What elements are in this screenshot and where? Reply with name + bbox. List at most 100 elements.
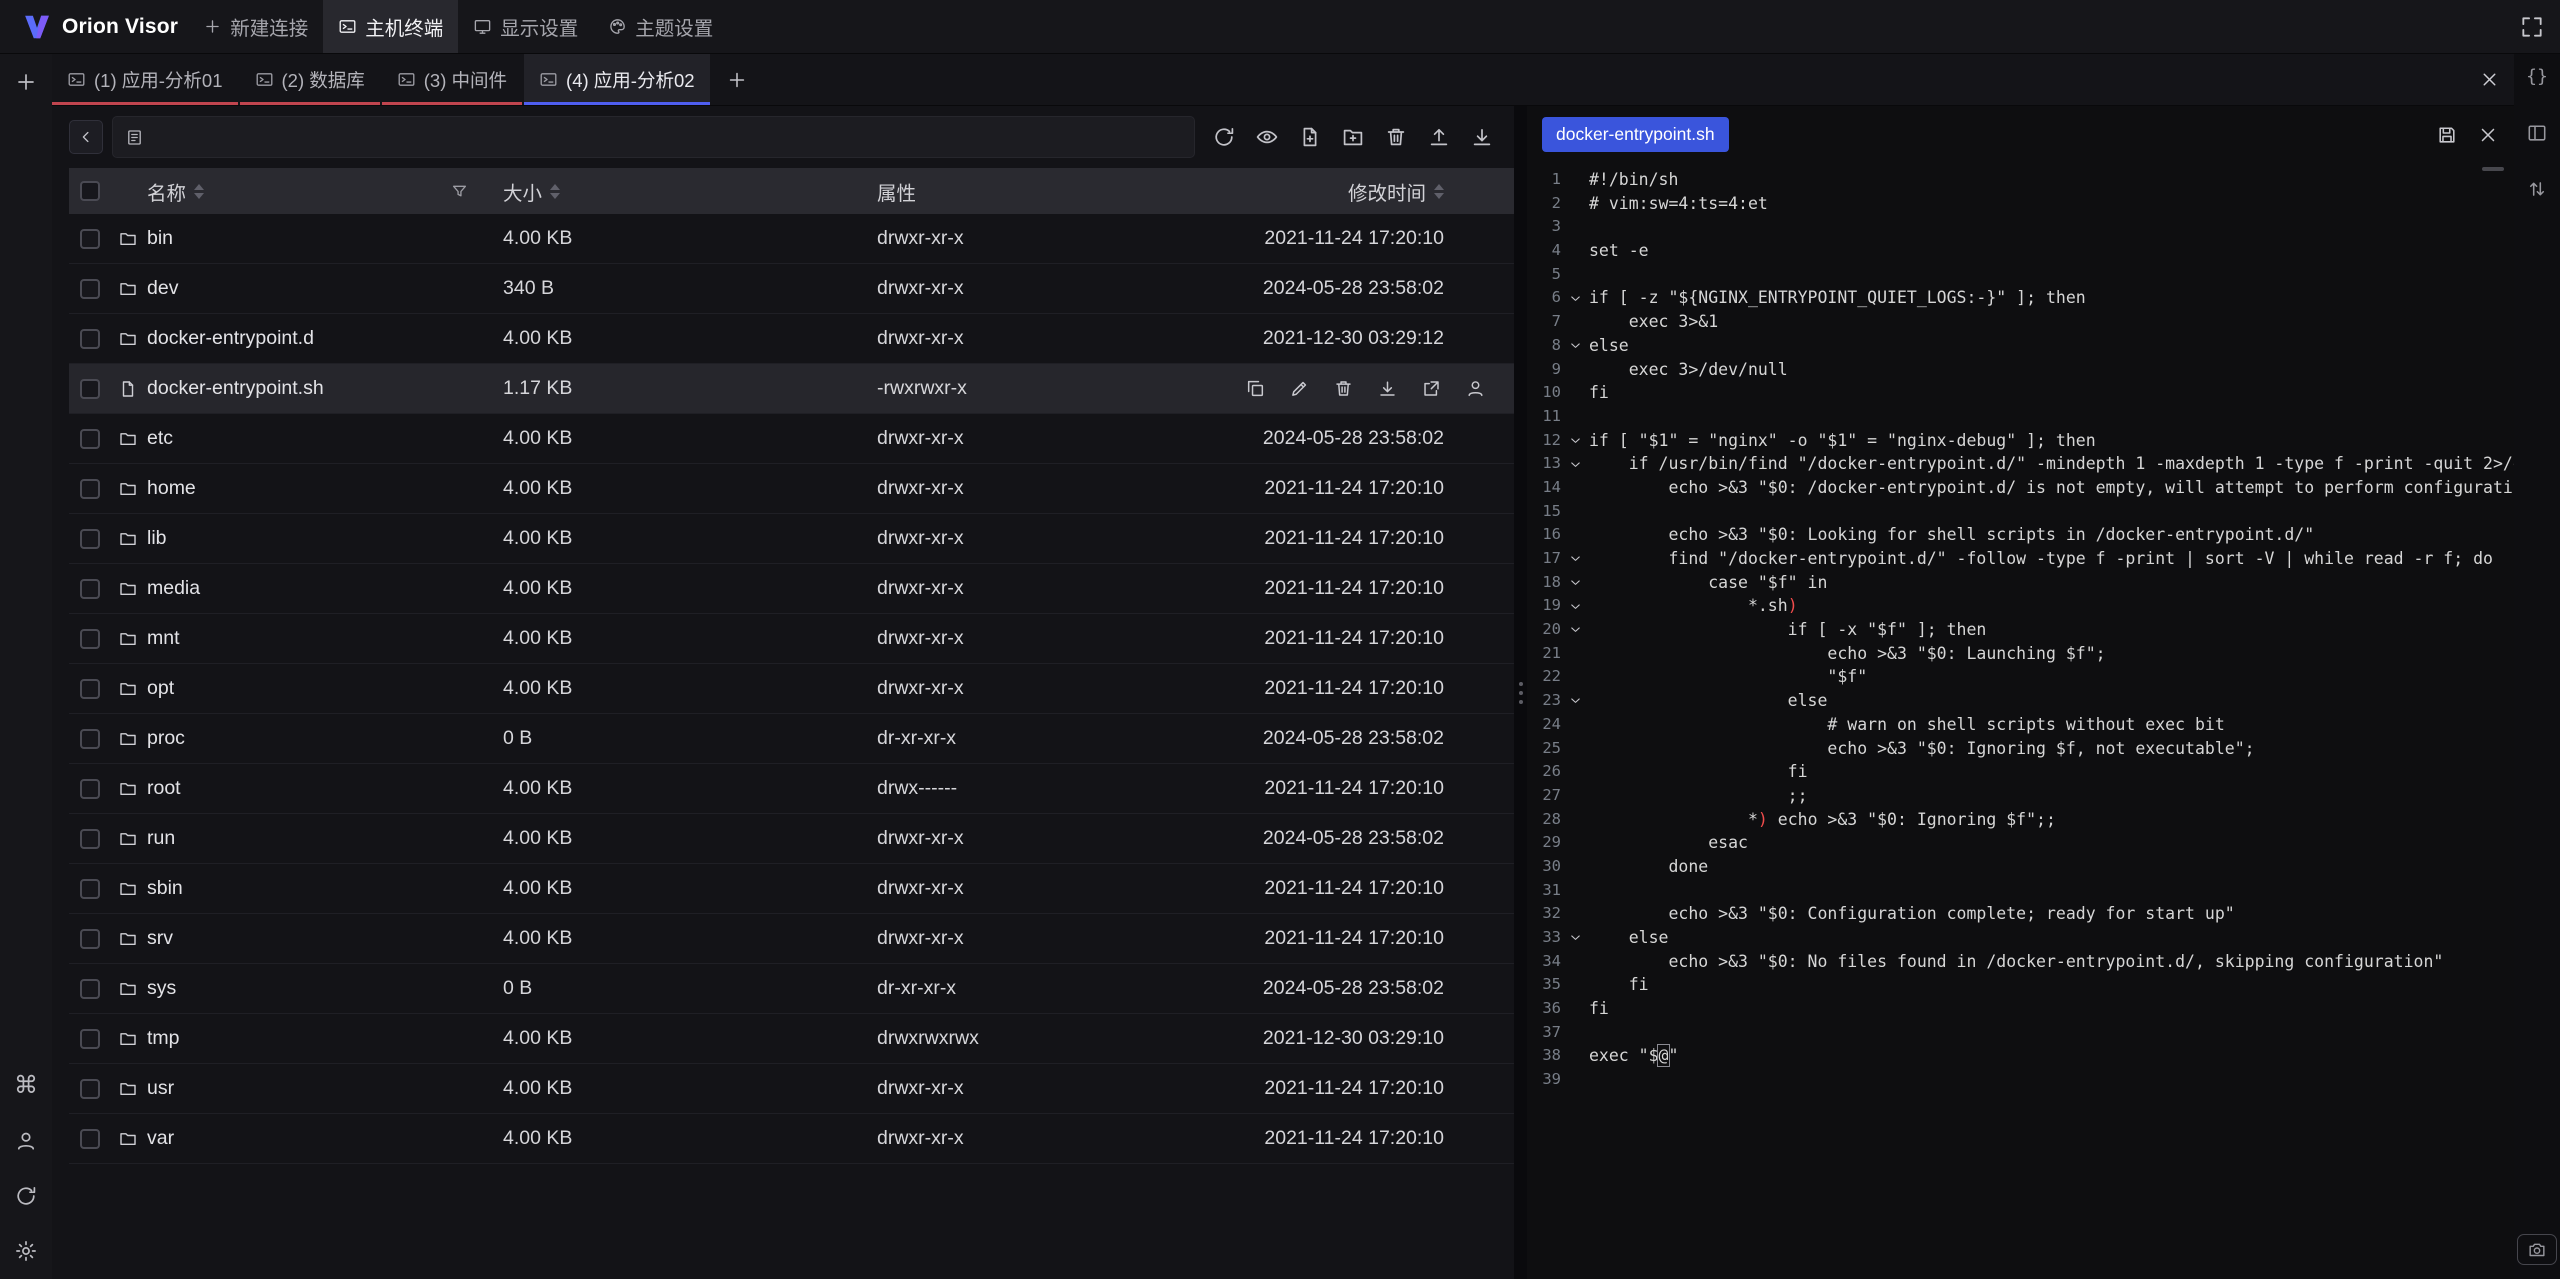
path-input[interactable] [112,116,1195,158]
fold-chevron-icon[interactable] [1561,429,1589,453]
file-name[interactable]: var [110,1127,503,1150]
new-session-icon[interactable] [14,70,38,94]
row-checkbox[interactable] [69,279,110,299]
file-name[interactable]: sys [110,977,503,1000]
file-row[interactable]: lib4.00 KBdrwxr-xr-x2021-11-24 17:20:10 [69,514,1514,564]
select-all-checkbox[interactable] [69,181,110,201]
edit-icon[interactable] [1289,378,1310,399]
editor-file-tab[interactable]: docker-entrypoint.sh [1542,117,1729,152]
row-checkbox[interactable] [69,379,110,399]
file-name[interactable]: media [110,577,503,600]
row-checkbox[interactable] [69,579,110,599]
fold-chevron-icon[interactable] [1561,571,1589,595]
file-row[interactable]: proc0 Bdr-xr-xr-x2024-05-28 23:58:02 [69,714,1514,764]
row-checkbox[interactable] [69,1079,110,1099]
person-icon[interactable] [1465,378,1486,399]
file-row[interactable]: home4.00 KBdrwxr-xr-x2021-11-24 17:20:10 [69,464,1514,514]
row-checkbox[interactable] [69,929,110,949]
settings-icon[interactable] [14,1239,38,1263]
sort-size-icon[interactable] [550,184,560,199]
row-checkbox[interactable] [69,1129,110,1149]
menu-display-settings[interactable]: 显示设置 [458,0,593,53]
file-row[interactable]: srv4.00 KBdrwxr-xr-x2021-11-24 17:20:10 [69,914,1514,964]
save-icon[interactable] [2436,124,2458,146]
back-button[interactable] [69,120,103,154]
file-row[interactable]: bin4.00 KBdrwxr-xr-x2021-11-24 17:20:10 [69,214,1514,264]
file-name[interactable]: dev [110,277,503,300]
sort-name-icon[interactable] [194,184,204,199]
new-folder-icon[interactable] [1341,125,1365,149]
show-hidden-icon[interactable] [1255,125,1279,149]
row-checkbox[interactable] [69,329,110,349]
fold-chevron-icon[interactable] [1561,594,1589,618]
tab-4[interactable]: (4) 应用-分析02 [524,54,710,105]
tab-1[interactable]: (1) 应用-分析01 [52,54,238,105]
swap-lines-icon[interactable] [2526,178,2548,200]
fold-chevron-icon[interactable] [1561,286,1589,310]
file-row[interactable]: sys0 Bdr-xr-xr-x2024-05-28 23:58:02 [69,964,1514,1014]
row-checkbox[interactable] [69,829,110,849]
file-row[interactable]: media4.00 KBdrwxr-xr-x2021-11-24 17:20:1… [69,564,1514,614]
file-row[interactable]: dev340 Bdrwxr-xr-x2024-05-28 23:58:02 [69,264,1514,314]
row-checkbox[interactable] [69,229,110,249]
add-tab-icon[interactable] [726,69,748,91]
header-size-label[interactable]: 大小 [503,177,542,206]
download-icon[interactable] [1470,125,1494,149]
row-checkbox[interactable] [69,1029,110,1049]
copy-icon[interactable] [1245,378,1266,399]
file-row[interactable]: usr4.00 KBdrwxr-xr-x2021-11-24 17:20:10 [69,1064,1514,1114]
file-row[interactable]: tmp4.00 KBdrwxrwxrwx2021-12-30 03:29:10 [69,1014,1514,1064]
file-name[interactable]: sbin [110,877,503,900]
file-row[interactable]: root4.00 KBdrwx------2021-11-24 17:20:10 [69,764,1514,814]
tab-2[interactable]: (2) 数据库 [240,54,380,105]
file-row[interactable]: opt4.00 KBdrwxr-xr-x2021-11-24 17:20:10 [69,664,1514,714]
row-checkbox[interactable] [69,529,110,549]
screenshot-button[interactable] [2517,1234,2557,1265]
close-editor-icon[interactable] [2477,124,2499,146]
upload-icon[interactable] [1427,125,1451,149]
tab-3[interactable]: (3) 中间件 [382,54,522,105]
file-name[interactable]: tmp [110,1027,503,1050]
row-checkbox[interactable] [69,629,110,649]
row-checkbox[interactable] [69,729,110,749]
sync-icon[interactable] [14,1184,38,1208]
user-icon[interactable] [14,1129,38,1153]
file-name[interactable]: opt [110,677,503,700]
panel-splitter[interactable] [1514,106,1527,1279]
row-checkbox[interactable] [69,479,110,499]
menu-theme-settings[interactable]: 主题设置 [593,0,728,53]
filter-icon[interactable] [450,182,469,201]
row-checkbox[interactable] [69,979,110,999]
fold-chevron-icon[interactable] [1561,334,1589,358]
file-row[interactable]: docker-entrypoint.sh1.17 KB-rwxrwxr-x [69,364,1514,414]
layout-icon[interactable] [2526,122,2548,144]
row-checkbox[interactable] [69,679,110,699]
fold-chevron-icon[interactable] [1561,452,1589,476]
scrollbar-thumb[interactable] [2482,167,2504,171]
file-name[interactable]: bin [110,227,503,250]
file-row[interactable]: etc4.00 KBdrwxr-xr-x2024-05-28 23:58:02 [69,414,1514,464]
row-checkbox[interactable] [69,879,110,899]
file-name[interactable]: run [110,827,503,850]
file-name[interactable]: etc [110,427,503,450]
new-file-icon[interactable] [1298,125,1322,149]
fold-chevron-icon[interactable] [1561,689,1589,713]
close-icon[interactable] [2479,69,2500,90]
fold-chevron-icon[interactable] [1561,547,1589,571]
delete-icon[interactable] [1384,125,1408,149]
row-checkbox[interactable] [69,779,110,799]
header-time-label[interactable]: 修改时间 [1348,177,1426,206]
file-row[interactable]: docker-entrypoint.d4.00 KBdrwxr-xr-x2021… [69,314,1514,364]
file-row[interactable]: sbin4.00 KBdrwxr-xr-x2021-11-24 17:20:10 [69,864,1514,914]
file-name[interactable]: lib [110,527,503,550]
file-name[interactable]: usr [110,1077,503,1100]
code-settings-icon[interactable]: {} [2526,66,2548,88]
file-name[interactable]: proc [110,727,503,750]
fullscreen-icon[interactable] [2519,14,2545,40]
file-name[interactable]: docker-entrypoint.sh [110,377,503,400]
file-name[interactable]: srv [110,927,503,950]
file-name[interactable]: home [110,477,503,500]
file-row[interactable]: mnt4.00 KBdrwxr-xr-x2021-11-24 17:20:10 [69,614,1514,664]
file-name[interactable]: mnt [110,627,503,650]
move-icon[interactable] [1421,378,1442,399]
